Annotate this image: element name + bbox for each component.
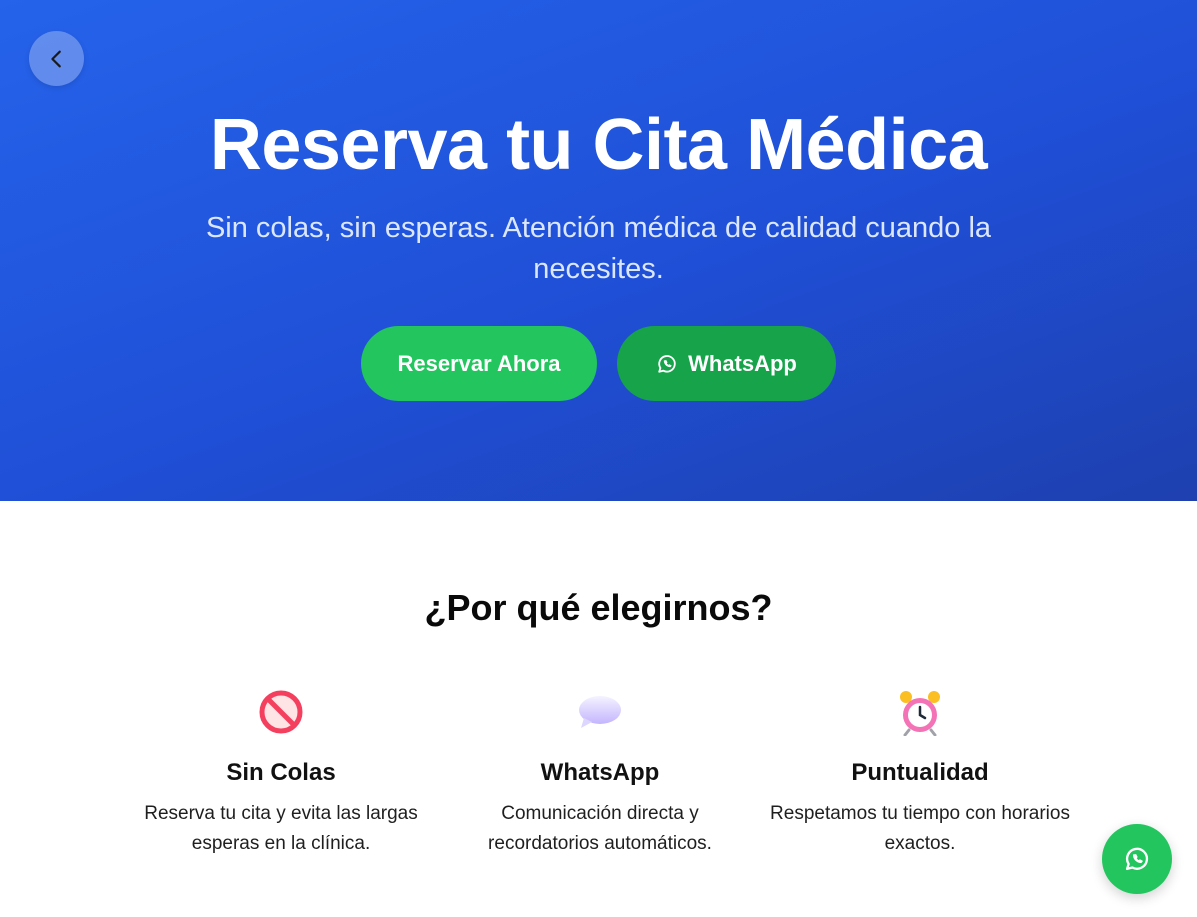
hero-actions: Reservar Ahora WhatsApp	[0, 326, 1197, 401]
feature-card-whatsapp: WhatsApp Comunicación directa y recordat…	[450, 687, 750, 859]
chevron-left-icon	[50, 50, 61, 67]
speech-bubble-icon	[579, 696, 621, 728]
feature-card-no-queues: Sin Colas Reserva tu cita y evita las la…	[131, 687, 431, 859]
hero-subtitle: Sin colas, sin esperas. Atención médica …	[205, 212, 992, 285]
whatsapp-icon	[1125, 847, 1149, 871]
feature-description: Respetamos tu tiempo con horarios exacto…	[770, 803, 1070, 854]
features-title: ¿Por qué elegirnos?	[424, 587, 773, 628]
whatsapp-button-label: WhatsApp	[688, 350, 797, 376]
reserve-now-label: Reservar Ahora	[397, 350, 561, 376]
whatsapp-button[interactable]: WhatsApp	[617, 326, 836, 401]
no-entry-icon	[259, 690, 303, 734]
whatsapp-icon	[658, 354, 676, 373]
feature-title: Sin Colas	[226, 759, 336, 786]
feature-description: Comunicación directa y recordatorios aut…	[488, 803, 712, 854]
feature-card-punctuality: Puntualidad Respetamos tu tiempo con hor…	[770, 687, 1070, 859]
feature-description: Reserva tu cita y evita las largas esper…	[144, 803, 418, 854]
features-section: ¿Por qué elegirnos? Sin Colas Reserva tu…	[0, 501, 1197, 917]
hero-title: Reserva tu Cita Médica	[209, 105, 988, 185]
hero-section: Reserva tu Cita Médica Sin colas, sin es…	[0, 0, 1197, 501]
alarm-clock-icon	[900, 691, 940, 736]
floating-whatsapp-button[interactable]	[1102, 824, 1172, 894]
feature-title: Puntualidad	[851, 759, 989, 786]
feature-title: WhatsApp	[540, 759, 660, 786]
reserve-now-button[interactable]: Reservar Ahora	[361, 326, 597, 401]
back-button[interactable]	[29, 31, 84, 86]
